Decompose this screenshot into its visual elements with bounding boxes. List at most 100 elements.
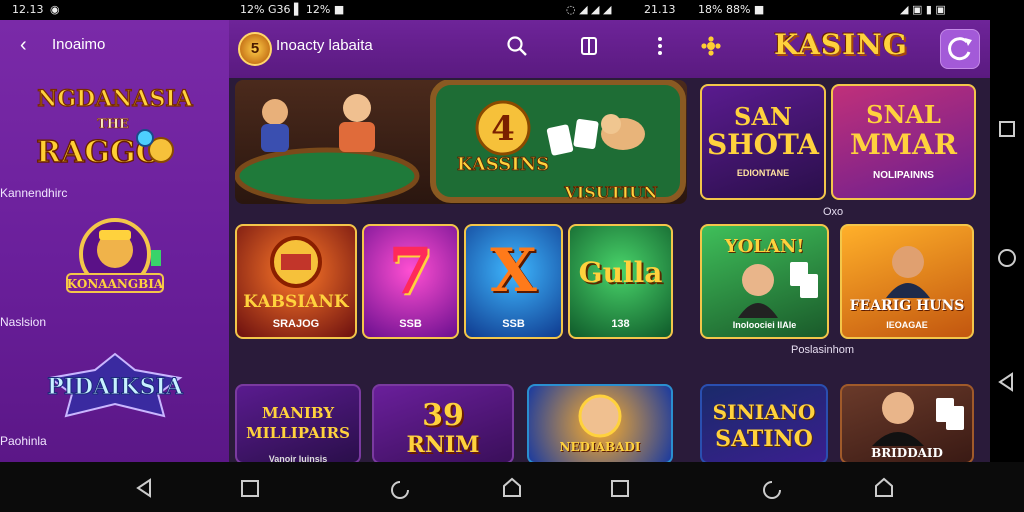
game-tile-2[interactable]: 7 SSB xyxy=(362,224,459,339)
game-title: 7 xyxy=(388,234,433,309)
featured-caption: Poslasinhom xyxy=(791,344,854,356)
game-character-art xyxy=(578,394,622,438)
status-time: 12.13 xyxy=(12,3,44,16)
sidebar-item-label: Paohinla xyxy=(0,434,47,448)
game-sub: SRAJOG xyxy=(272,318,320,330)
app-window: ‹ Inoaimo NGDANASIA THE RAGGO Kannendhir… xyxy=(0,20,990,462)
promo-title-1: SAN xyxy=(734,102,792,131)
side-nav-icons xyxy=(998,121,1016,392)
featured-sub: Inoloociei IlAIe xyxy=(732,320,797,330)
host-portrait xyxy=(738,262,818,318)
profile-button[interactable] xyxy=(940,29,980,69)
game-tile-9[interactable]: BRIDDAID xyxy=(840,384,974,462)
game-title-1: BRIDDAID xyxy=(871,446,943,460)
art-line-2: THE xyxy=(97,117,129,132)
emblem-text: KONAANGBIA xyxy=(66,277,163,291)
nav-home-icon-2 xyxy=(875,477,893,497)
game-title-2: RNIM xyxy=(406,432,480,458)
promo-tile-1[interactable]: SAN SHOTA EDIONTANE xyxy=(700,84,826,200)
home-icon xyxy=(998,249,1016,267)
status-left-text: 12% G36 ▌ 12% ■ xyxy=(240,3,345,16)
game-title: Gulla xyxy=(578,256,663,289)
promo-tile-2[interactable]: SNAL MMAR NOLIPAINNS xyxy=(831,84,976,200)
recent-apps-icon xyxy=(999,121,1015,137)
gem-icon xyxy=(135,129,154,147)
game-tile-3[interactable]: X SSB xyxy=(464,224,563,339)
sidebar-title: Inoaimo xyxy=(52,36,106,53)
main-content: 4 KASSINS VISUTIUN SAN SHOTA EDIONTANE S… xyxy=(229,78,990,462)
game-tile-1[interactable]: KABSIANK SRAJOG xyxy=(235,224,357,339)
game-emblem-art: KONAANGBIA xyxy=(65,218,164,293)
nav-rotate-icon-2 xyxy=(763,481,781,499)
hero-subtitle: VISUTIUN xyxy=(563,183,657,202)
more-vert-icon[interactable] xyxy=(648,34,672,58)
brand-logo: KASING xyxy=(774,28,908,61)
game-title: X xyxy=(490,236,537,306)
host-portrait xyxy=(872,392,964,446)
app-logo[interactable]: 5 xyxy=(238,32,272,66)
promo-title-1: SNAL xyxy=(866,100,941,129)
top-app-bar: 5 Inoacty labaita KASING xyxy=(229,20,990,80)
featured-tile-2[interactable]: FEARIG HUNS IEOAGAE xyxy=(840,224,974,339)
game-art xyxy=(270,236,322,288)
nav-back-icon xyxy=(136,478,151,498)
art-line-1: NGDANASIA xyxy=(37,86,193,112)
sidebar-item-label: Naslsion xyxy=(0,315,47,329)
bottom-nav-icons xyxy=(136,477,893,499)
app-title: Inoacty labaita xyxy=(276,37,373,54)
host-portrait xyxy=(886,246,930,298)
promo-sub: EDIONTANE xyxy=(736,168,790,178)
game-title-2: MILLIPAIRS xyxy=(246,424,350,442)
hero-art: 4 KASSINS VISUTIUN xyxy=(235,80,686,204)
game-title-1: NEDIABADI xyxy=(559,440,641,454)
game-title-2: SATINO xyxy=(715,426,813,452)
sidebar-header: ‹ Inoaimo xyxy=(0,20,229,72)
featured-title: FEARIG HUNS xyxy=(849,298,965,314)
promo-caption: Oxo xyxy=(823,206,844,218)
nav-overview-icon xyxy=(611,480,629,497)
game-title-1: SINIANO xyxy=(712,400,816,424)
status-dot-icon: ◉ xyxy=(50,3,60,16)
status-center-text: 18% 88% ■ xyxy=(698,3,765,16)
sidebar-item-game-3[interactable]: PIDAIKSIA Paohinla xyxy=(0,350,229,448)
battery-icon: ◢ ▣ ▮ ▣ xyxy=(900,3,946,16)
sidebar-item-game-2[interactable]: KONAANGBIA Naslsion xyxy=(0,210,229,329)
featured-sub: IEOAGAE xyxy=(886,320,928,330)
game-tile-7[interactable]: NEDIABADI xyxy=(527,384,673,462)
featured-tile-1[interactable]: YOLAN! Inoloociei IlAIe xyxy=(700,224,829,339)
game-tile-8[interactable]: SINIANO SATINO xyxy=(700,384,828,462)
game-title-1: MANIBY xyxy=(261,404,335,422)
game-title-1: 39 xyxy=(422,398,464,433)
game-title: KABSIANK xyxy=(243,292,349,312)
promo-title-2: MMAR xyxy=(850,128,957,161)
promo-sub: NOLIPAINNS xyxy=(873,170,934,181)
back-arrow-icon[interactable]: ‹ xyxy=(20,34,27,57)
promo-title-2: SHOTA xyxy=(706,128,820,161)
book-icon[interactable] xyxy=(577,34,601,58)
game-sub: SSB xyxy=(502,318,525,330)
game-logo-art: NGDANASIA THE RAGGO xyxy=(35,85,194,170)
nav-rotate-icon xyxy=(391,481,409,499)
game-badge-art: PIDAIKSIA xyxy=(46,352,184,418)
status-bar: 12.13 ◉ 12% G36 ▌ 12% ■ ◌ ◢ ◢ ◢ 21.13 18… xyxy=(0,0,1024,20)
game-tile-4[interactable]: Gulla 138 xyxy=(568,224,673,339)
refresh-icon xyxy=(948,37,972,61)
system-bottom-nav xyxy=(0,462,1024,512)
back-icon xyxy=(998,372,1013,392)
wifi-icon: ◌ ◢ ◢ ◢ xyxy=(566,3,612,16)
sidebar-item-game-1[interactable]: NGDANASIA THE RAGGO Kannendhirc xyxy=(0,72,229,200)
hero-banner[interactable]: 4 KASSINS VISUTIUN xyxy=(235,80,687,204)
system-side-nav xyxy=(990,20,1024,462)
game-tile-5[interactable]: MANIBY MILLIPAIRS Vanoir Iuinsis xyxy=(235,384,361,462)
sparkle-icon[interactable] xyxy=(699,34,723,58)
nav-recents-icon xyxy=(241,480,259,497)
game-sub: Vanoir Iuinsis xyxy=(268,454,328,462)
status-right-time: 21.13 xyxy=(644,3,676,16)
game-tile-6[interactable]: 39 RNIM xyxy=(372,384,514,462)
search-icon[interactable] xyxy=(505,34,529,58)
featured-title: YOLAN! xyxy=(724,236,805,257)
hero-number: 4 xyxy=(491,109,515,149)
sidebar-item-label: Kannendhirc xyxy=(0,186,68,200)
game-sub: SSB xyxy=(399,318,422,330)
game-sub: 138 xyxy=(611,318,630,330)
